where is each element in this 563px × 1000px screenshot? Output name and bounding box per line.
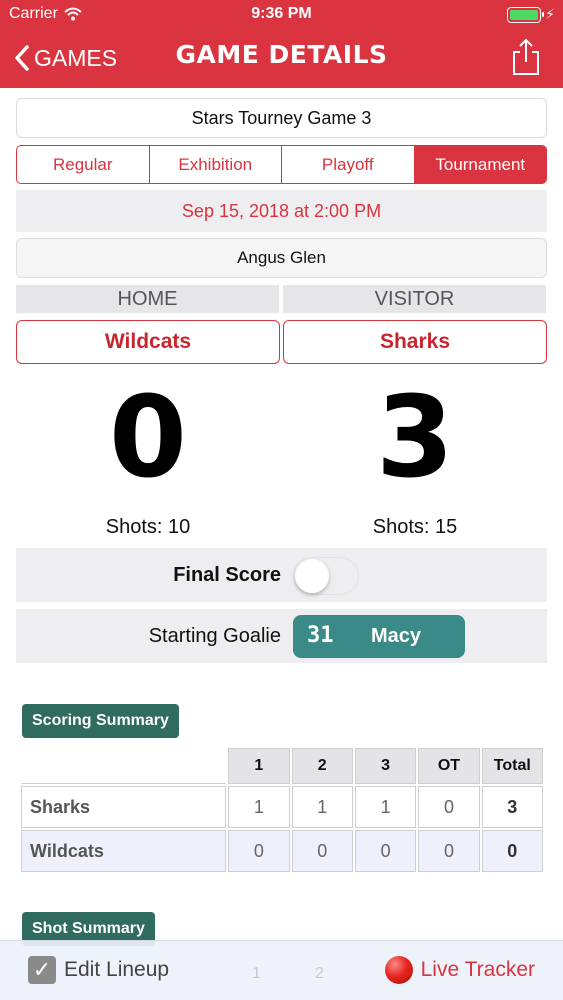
game-type-tournament[interactable]: Tournament: [414, 146, 546, 183]
shot-column-header: 1: [252, 965, 261, 982]
status-bar: Carrier 9:36 PM ⚡: [0, 0, 563, 30]
nav-header: Carrier 9:36 PM ⚡ GAMES GAME DETAILS: [0, 0, 563, 88]
starting-goalie-button[interactable]: 31 Macy: [293, 615, 465, 658]
edit-lineup-label: Edit Lineup: [64, 958, 170, 981]
period-cell: 1: [228, 786, 290, 828]
column-header: 2: [291, 748, 353, 784]
toggle-knob: [295, 559, 329, 593]
scoring-summary-table: 1 2 3 OT Total Sharks 1 1 1 0 3 Wildcats…: [19, 746, 545, 874]
battery-area: ⚡: [507, 6, 555, 23]
scoring-summary-title: Scoring Summary: [22, 704, 179, 738]
goalie-number: 31: [307, 623, 334, 648]
game-name-field[interactable]: Stars Tourney Game 3: [16, 98, 547, 138]
game-type-exhibition[interactable]: Exhibition: [150, 146, 282, 183]
period-cell: 0: [418, 830, 480, 872]
period-cell: 1: [291, 786, 353, 828]
table-row: Sharks 1 1 1 0 3: [21, 786, 543, 828]
live-tracker-button[interactable]: Live Tracker: [384, 956, 535, 984]
bottom-toolbar: 1 2 ✓ Edit Lineup Live Tracker: [0, 940, 563, 1000]
checkbox-icon: ✓: [28, 956, 56, 984]
edit-lineup-button[interactable]: ✓ Edit Lineup: [28, 956, 169, 984]
live-tracker-label: Live Tracker: [420, 958, 535, 981]
status-time: 9:36 PM: [251, 5, 312, 22]
starting-goalie-label: Starting Goalie: [148, 625, 281, 647]
final-score-toggle[interactable]: [293, 557, 359, 595]
final-score-row: Final Score: [16, 548, 547, 602]
period-cell: 0: [418, 786, 480, 828]
table-row: Wildcats 0 0 0 0 0: [21, 830, 543, 872]
game-date-button[interactable]: Sep 15, 2018 at 2:00 PM: [16, 190, 547, 232]
visitor-header: VISITOR: [283, 285, 546, 313]
visitor-shots[interactable]: Shots: 15: [283, 516, 547, 539]
starting-goalie-row: Starting Goalie 31 Macy: [16, 609, 547, 663]
final-score-label: Final Score: [173, 564, 281, 586]
column-header: 1: [228, 748, 290, 784]
home-team-button[interactable]: Wildcats: [16, 320, 280, 364]
period-cell: 0: [291, 830, 353, 872]
period-cell: 1: [354, 786, 417, 828]
game-type-playoff[interactable]: Playoff: [282, 146, 415, 183]
period-cell: 0: [228, 830, 290, 872]
home-header: HOME: [16, 285, 279, 313]
home-score[interactable]: 0: [16, 378, 280, 498]
charging-icon: ⚡: [545, 6, 555, 22]
shot-column-header: 2: [315, 965, 324, 982]
visitor-score[interactable]: 3: [283, 378, 547, 498]
period-cell: 0: [354, 830, 417, 872]
record-icon: [384, 956, 413, 984]
home-shots[interactable]: Shots: 10: [16, 516, 280, 539]
goalie-name: Macy: [371, 625, 422, 647]
visitor-team-button[interactable]: Sharks: [283, 320, 547, 364]
column-header: 3: [354, 748, 417, 784]
column-header: Total: [481, 748, 543, 784]
location-field[interactable]: Angus Glen: [16, 238, 547, 278]
page-title: GAME DETAILS: [175, 40, 388, 69]
game-type-regular[interactable]: Regular: [17, 146, 150, 183]
table-header-row: 1 2 3 OT Total: [21, 748, 543, 784]
table-corner: [21, 748, 227, 784]
team-cell: Wildcats: [21, 830, 227, 872]
share-icon[interactable]: [511, 38, 541, 76]
column-header: OT: [418, 748, 480, 784]
total-cell: 0: [481, 830, 543, 872]
total-cell: 3: [481, 786, 543, 828]
team-cell: Sharks: [21, 786, 227, 828]
game-type-selector: Regular Exhibition Playoff Tournament: [16, 145, 547, 184]
battery-icon: [507, 6, 545, 23]
